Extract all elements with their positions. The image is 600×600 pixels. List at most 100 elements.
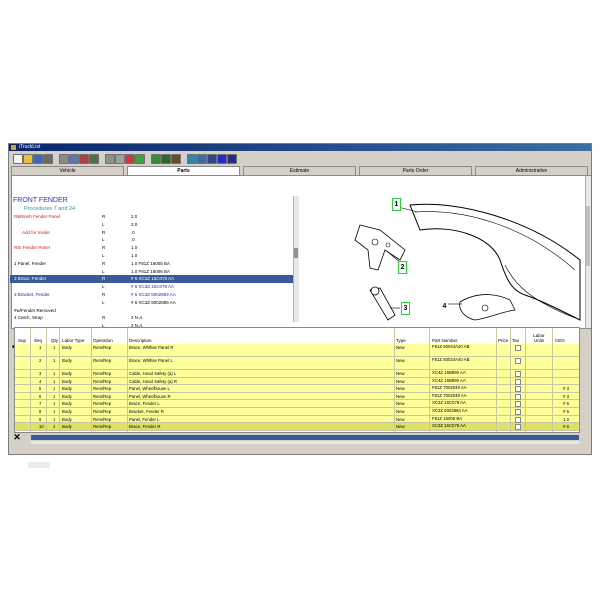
cell-type: New bbox=[396, 345, 405, 350]
col-type[interactable]: Type bbox=[396, 338, 406, 343]
col-labor-units[interactable]: Labor Units bbox=[529, 333, 549, 343]
tax-checkbox[interactable] bbox=[515, 371, 521, 377]
vehicle-icon[interactable] bbox=[79, 154, 89, 164]
cell-ceg: # 6 bbox=[563, 401, 569, 407]
callout-2[interactable]: 2 bbox=[398, 261, 407, 274]
part-value: 1.0 F81Z 16005 BA bbox=[131, 260, 171, 266]
tools-icon[interactable] bbox=[171, 154, 181, 164]
parts-list-row[interactable]: RSI Fender Panel R 1.0 bbox=[10, 244, 293, 252]
cell-description: Cable, Hood Safety (a) R bbox=[129, 378, 178, 384]
customer-icon[interactable] bbox=[69, 154, 79, 164]
parts-list-row[interactable]: L 1.0 F81Z 16006 BA bbox=[10, 268, 293, 276]
refresh-icon[interactable] bbox=[135, 154, 145, 164]
part-value: .0 bbox=[131, 237, 135, 243]
col-description[interactable]: Description bbox=[129, 338, 152, 343]
tax-checkbox[interactable] bbox=[515, 378, 521, 385]
info-icon[interactable] bbox=[227, 154, 237, 164]
globe-icon[interactable] bbox=[187, 154, 197, 164]
cell-part-number: XC4Z 16B890 AA bbox=[432, 377, 466, 383]
email-icon[interactable] bbox=[197, 154, 207, 164]
callout-3[interactable]: 3 bbox=[401, 302, 410, 315]
col-sup[interactable]: Sup bbox=[18, 338, 26, 343]
callout-1[interactable]: 1 bbox=[392, 198, 401, 211]
col-qty[interactable]: Qty bbox=[51, 338, 58, 343]
cell-seq: 7 bbox=[39, 401, 42, 407]
tab-administrative[interactable]: Administrative bbox=[475, 166, 588, 175]
table-row[interactable]: 3 1 Body Rem/Rep Cable, Hood Safety (a) L New… bbox=[15, 370, 579, 378]
scroll-thumb[interactable] bbox=[294, 248, 298, 258]
table-row[interactable]: 10 1 Body Rem/Rep Brace, Fender R New XC3Z 16C… bbox=[15, 423, 579, 431]
table-row[interactable]: 2 1 Body Rem/Rep Brace, Whlhse Panel L New F81… bbox=[15, 357, 579, 370]
parts-list-row[interactable]: L # 6 XC3Z 16C078 AA bbox=[10, 283, 293, 291]
col-ceg[interactable]: CEG bbox=[555, 338, 565, 343]
tax-checkbox[interactable] bbox=[515, 386, 521, 393]
table-row[interactable]: 5 1 Body Rem/Rep Panel, Wheelhouse L New F81Z … bbox=[15, 385, 579, 393]
part-value: # 6 XC3Z 16C078 AA bbox=[131, 276, 175, 282]
parts-list-row[interactable]: L .0 bbox=[10, 236, 293, 244]
part-value: 2.0 bbox=[131, 221, 138, 227]
tax-checkbox[interactable] bbox=[515, 424, 521, 431]
new-icon[interactable] bbox=[13, 154, 23, 164]
cut-icon[interactable] bbox=[125, 154, 135, 164]
col-tax[interactable]: Tax bbox=[512, 338, 519, 343]
parts-list-row[interactable]: L 2.0 bbox=[10, 221, 293, 229]
table-row[interactable]: 7 1 Body Rem/Rep Brace, Fender L New XC3Z 16C0… bbox=[15, 400, 579, 408]
parts-list-scrollbar[interactable] bbox=[293, 196, 299, 322]
tax-checkbox[interactable] bbox=[515, 401, 521, 408]
cell-operation: Rem/Rep bbox=[93, 409, 112, 414]
table-row[interactable]: 1 1 Body Rem/Rep Brace, Whlhse Panel R New F81… bbox=[15, 344, 579, 357]
import-icon[interactable] bbox=[151, 154, 161, 164]
section-subheading: Procedures 7 and 24 bbox=[24, 206, 76, 212]
tab-estimate[interactable]: Estimate bbox=[243, 166, 356, 175]
table-row[interactable]: 9 1 Body Rem/Rep Panel, Fender L New F81Z 1600… bbox=[15, 415, 579, 424]
illustration-scrollbar[interactable] bbox=[585, 176, 591, 328]
tax-checkbox[interactable] bbox=[515, 393, 521, 400]
parts-list-row[interactable]: Add for Inside R .0 bbox=[10, 229, 293, 237]
col-part-number[interactable]: Part Number bbox=[432, 338, 458, 343]
table-row[interactable]: 4 1 Body Rem/Rep Cable, Hood Safety (a) R New… bbox=[15, 377, 579, 386]
parts-list-row[interactable]: 3 Bracket, Fender R # 5 XC3Z 6002884 AA bbox=[10, 291, 293, 299]
table-row[interactable]: 8 1 Body Rem/Rep Bracket, Fender R New XC3Z 60… bbox=[15, 408, 579, 416]
report-icon[interactable] bbox=[207, 154, 217, 164]
tab-parts-order[interactable]: Parts Order bbox=[359, 166, 472, 175]
col-seq[interactable]: Seq bbox=[34, 338, 42, 343]
parts-list-row[interactable]: L # 5 XC3Z 6002885 AA bbox=[10, 299, 293, 307]
part-value: 1.0 bbox=[131, 245, 138, 251]
fax-icon[interactable] bbox=[59, 154, 69, 164]
callout-4[interactable]: 4 bbox=[441, 301, 448, 312]
tax-checkbox[interactable] bbox=[515, 358, 521, 364]
tax-checkbox[interactable] bbox=[515, 409, 521, 415]
estimate-grid: Sup Seq Qty Labor Type Operation Descrip… bbox=[14, 327, 580, 433]
parts-list-row[interactable]: #w/Fender Removed bbox=[10, 307, 293, 315]
col-labor-type[interactable]: Labor Type bbox=[62, 338, 84, 343]
tax-checkbox[interactable] bbox=[515, 345, 521, 351]
cell-part-number: F81Z 60024A40 AB bbox=[432, 344, 470, 349]
copy-icon[interactable] bbox=[105, 154, 115, 164]
open-icon[interactable] bbox=[23, 154, 33, 164]
cell-description: Panel, Fender L bbox=[129, 416, 160, 422]
grid-horizontal-scrollbar[interactable] bbox=[31, 435, 579, 440]
table-row[interactable]: 6 1 Body Rem/Rep Panel, Wheelhouse R New F81Z … bbox=[15, 392, 579, 401]
col-operation[interactable]: Operation bbox=[93, 338, 113, 343]
print-icon[interactable] bbox=[43, 154, 53, 164]
paste-icon[interactable] bbox=[115, 154, 125, 164]
delete-icon[interactable]: ✕ bbox=[11, 432, 23, 442]
parts-list-row[interactable]: R&Rinsh Fender Panel R 2.0 bbox=[10, 213, 293, 221]
tab-vehicle[interactable]: Vehicle bbox=[11, 166, 124, 175]
col-price[interactable]: Price bbox=[498, 338, 508, 343]
cell-description: Bracket, Fender R bbox=[129, 409, 164, 414]
parts-list-row[interactable]: L 1.0 bbox=[10, 252, 293, 260]
parts-list-row[interactable]: 1 Panel, Fender R 1.0 F81Z 16005 BA bbox=[10, 260, 293, 268]
cell-description: Panel, Wheelhouse R bbox=[129, 393, 171, 399]
part-name: RSI Fender Panel bbox=[14, 245, 50, 251]
scroll-thumb[interactable] bbox=[586, 206, 590, 266]
tax-checkbox[interactable] bbox=[515, 416, 521, 423]
parts-list-row[interactable]: 2 Brace, Fender R # 6 XC3Z 16C078 AA bbox=[10, 275, 293, 284]
grid-scroll-track[interactable] bbox=[31, 441, 579, 444]
save-icon[interactable] bbox=[33, 154, 43, 164]
lookup-icon[interactable] bbox=[89, 154, 99, 164]
export-icon[interactable] bbox=[161, 154, 171, 164]
cell-qty: 1 bbox=[53, 386, 56, 392]
parts-list-row[interactable]: 4 Catch, Strap R 2 N.A. bbox=[10, 314, 293, 322]
help-icon[interactable] bbox=[217, 154, 227, 164]
